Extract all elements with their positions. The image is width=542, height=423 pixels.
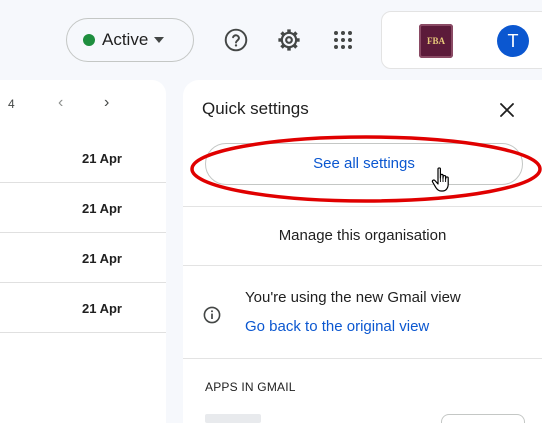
top-bar: Active FBA T <box>0 0 542 80</box>
settings-button[interactable] <box>271 22 307 58</box>
mail-row[interactable]: 21 Apr <box>0 183 166 233</box>
account-avatar[interactable]: T <box>497 25 529 57</box>
pagination-count: 4 <box>8 97 15 111</box>
gear-icon <box>278 29 300 51</box>
mail-row[interactable]: 21 Apr <box>0 283 166 333</box>
close-icon <box>500 103 514 117</box>
pagination-bar: 4 ‹ › <box>0 80 166 128</box>
apps-setting-row-partial <box>183 414 542 423</box>
organisation-logo[interactable]: FBA <box>419 24 453 58</box>
section-divider <box>183 358 542 359</box>
account-area: FBA T <box>381 11 542 69</box>
section-divider <box>183 265 542 266</box>
apps-grid-icon <box>334 31 352 49</box>
status-label: Active <box>102 30 149 49</box>
apps-in-gmail-heading: APPS IN GMAIL <box>205 380 296 394</box>
mail-list: 4 ‹ › 21 Apr 21 Apr 21 Apr 21 Apr <box>0 80 166 423</box>
apps-setting-button-partial[interactable] <box>441 414 525 423</box>
status-dot-icon <box>83 34 95 46</box>
organisation-logo-text: FBA <box>427 36 445 46</box>
apps-button[interactable] <box>325 22 361 58</box>
see-all-settings-button[interactable]: See all settings <box>205 143 523 185</box>
help-button[interactable] <box>218 22 254 58</box>
chevron-left-icon[interactable]: ‹ <box>58 94 63 112</box>
original-view-link[interactable]: Go back to the original view <box>245 318 429 335</box>
mail-row[interactable]: 21 Apr <box>0 133 166 183</box>
mail-date: 21 Apr <box>82 251 122 266</box>
close-button[interactable] <box>493 96 521 124</box>
apps-setting-label-partial <box>205 414 261 423</box>
mail-date: 21 Apr <box>82 301 122 316</box>
chevron-right-icon[interactable]: › <box>104 94 109 112</box>
mail-date: 21 Apr <box>82 151 122 166</box>
mail-date: 21 Apr <box>82 201 122 216</box>
caret-down-icon <box>154 37 165 43</box>
status-selector[interactable]: Active <box>66 18 194 62</box>
manage-organisation-link[interactable]: Manage this organisation <box>183 207 542 265</box>
help-circle-icon <box>224 28 248 52</box>
mail-row[interactable]: 21 Apr <box>0 233 166 283</box>
gmail-view-notice: You're using the new Gmail view <box>245 289 461 306</box>
info-icon <box>203 306 221 324</box>
quick-settings-panel: Quick settings See all settings Manage t… <box>183 80 542 423</box>
quick-settings-title: Quick settings <box>202 99 309 118</box>
